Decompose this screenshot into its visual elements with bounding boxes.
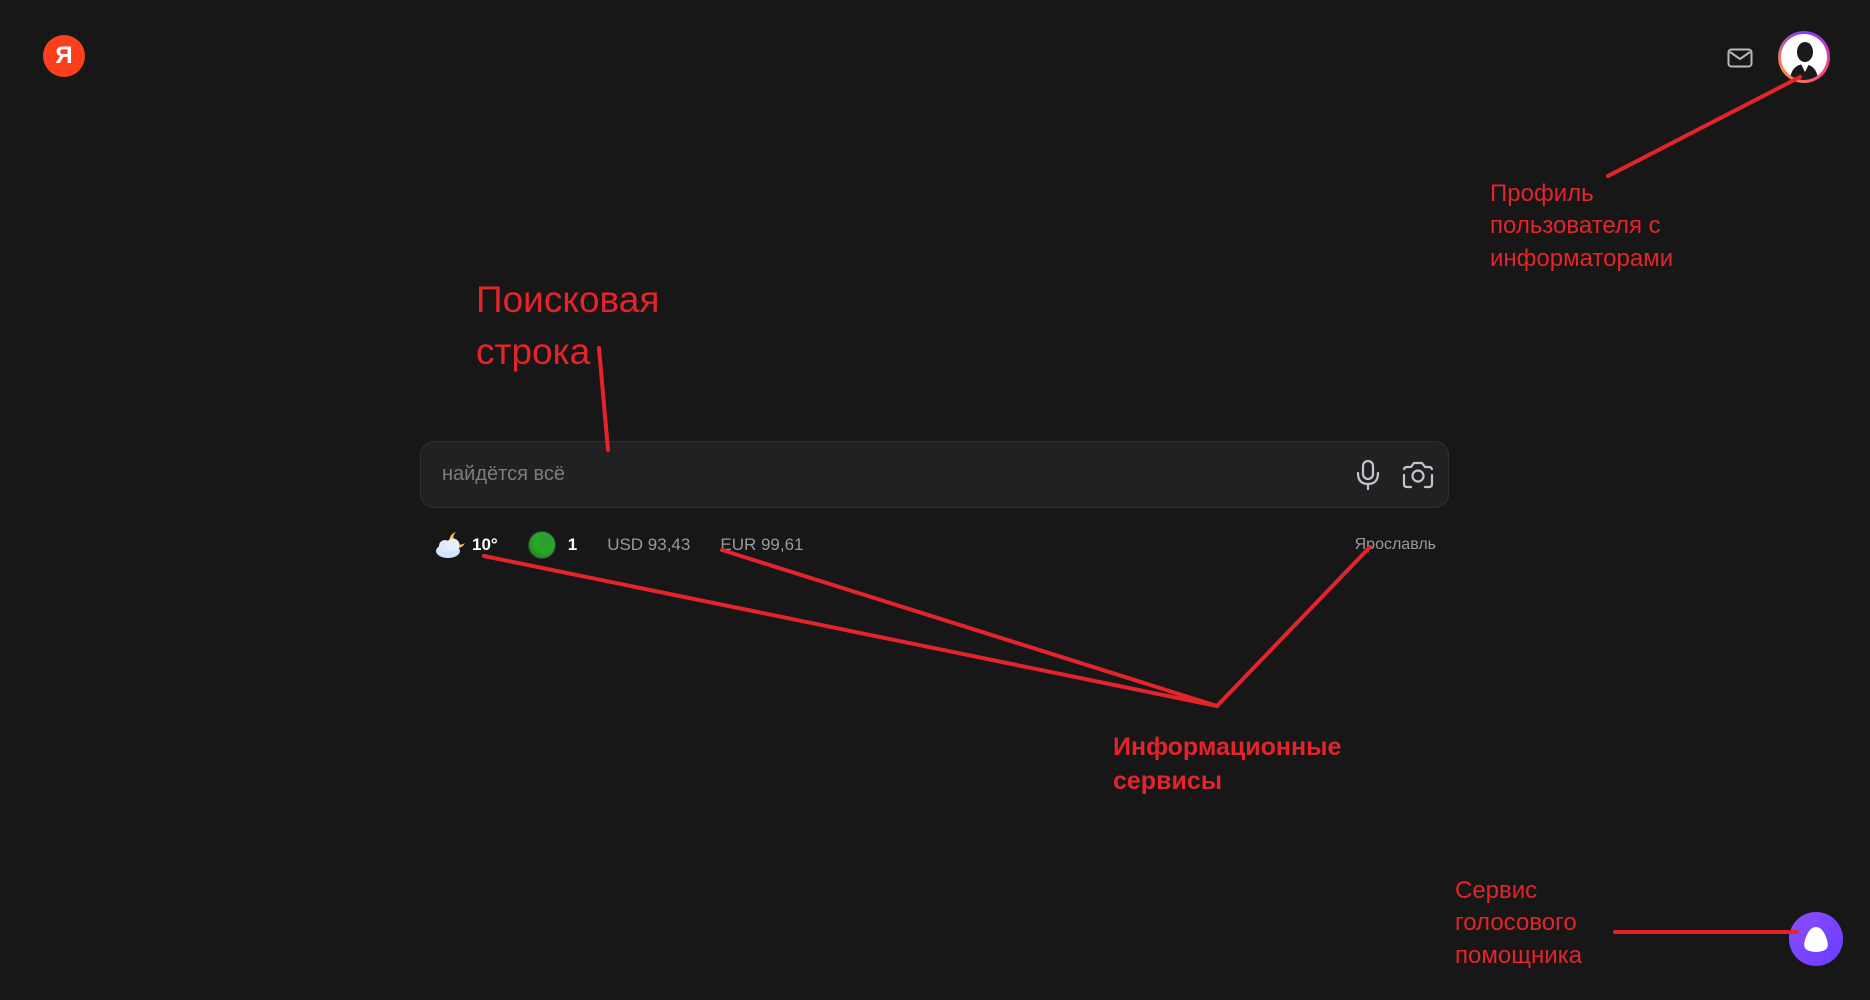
traffic-informer[interactable]: 1 bbox=[527, 531, 578, 559]
mail-icon bbox=[1727, 48, 1753, 68]
city-link[interactable]: Ярославль bbox=[1355, 536, 1436, 554]
cloud-moon-icon bbox=[436, 532, 465, 558]
annotation-profile: Профиль пользователя с информаторами bbox=[1490, 180, 1674, 272]
yandex-logo-letter: Я bbox=[55, 42, 73, 69]
user-avatar-icon bbox=[1781, 34, 1827, 80]
user-avatar-button[interactable] bbox=[1778, 31, 1830, 83]
weather-temperature: 10° bbox=[472, 535, 498, 554]
yandex-logo[interactable]: Я bbox=[43, 35, 85, 77]
traffic-value: 1 bbox=[567, 535, 578, 554]
search-bar bbox=[420, 441, 1449, 508]
camera-search-icon bbox=[1402, 461, 1434, 488]
annotation-line-weather bbox=[482, 554, 1219, 708]
image-search-button[interactable] bbox=[1398, 455, 1438, 495]
annotation-line-currency bbox=[720, 548, 1219, 708]
page: Я найдётся всё 10° 1 USD 93,43 EUR 99,61… bbox=[0, 0, 1870, 1000]
annotation-voice-assistant: Сервис голосового помощника bbox=[1455, 877, 1582, 969]
annotation-search-bar: Поисковая строка bbox=[476, 279, 660, 372]
alice-button[interactable] bbox=[1789, 912, 1843, 966]
search-input[interactable] bbox=[421, 441, 1348, 508]
informers-row: 10° 1 USD 93,43 EUR 99,61 Ярославль bbox=[434, 528, 1436, 562]
annotation-line-city bbox=[1215, 545, 1372, 708]
annotation-line-profile bbox=[1606, 75, 1802, 178]
voice-search-button[interactable] bbox=[1348, 455, 1388, 495]
annotation-info-services: Информационные сервисы bbox=[1113, 733, 1342, 795]
alice-voice-assistant-icon bbox=[1804, 927, 1828, 952]
usd-rate[interactable]: USD 93,43 bbox=[607, 535, 690, 555]
microphone-icon bbox=[1356, 459, 1380, 490]
mail-button[interactable] bbox=[1722, 44, 1758, 72]
eur-rate[interactable]: EUR 99,61 bbox=[720, 535, 803, 555]
weather-informer[interactable]: 10° bbox=[434, 530, 498, 560]
traffic-level-icon bbox=[527, 531, 556, 559]
